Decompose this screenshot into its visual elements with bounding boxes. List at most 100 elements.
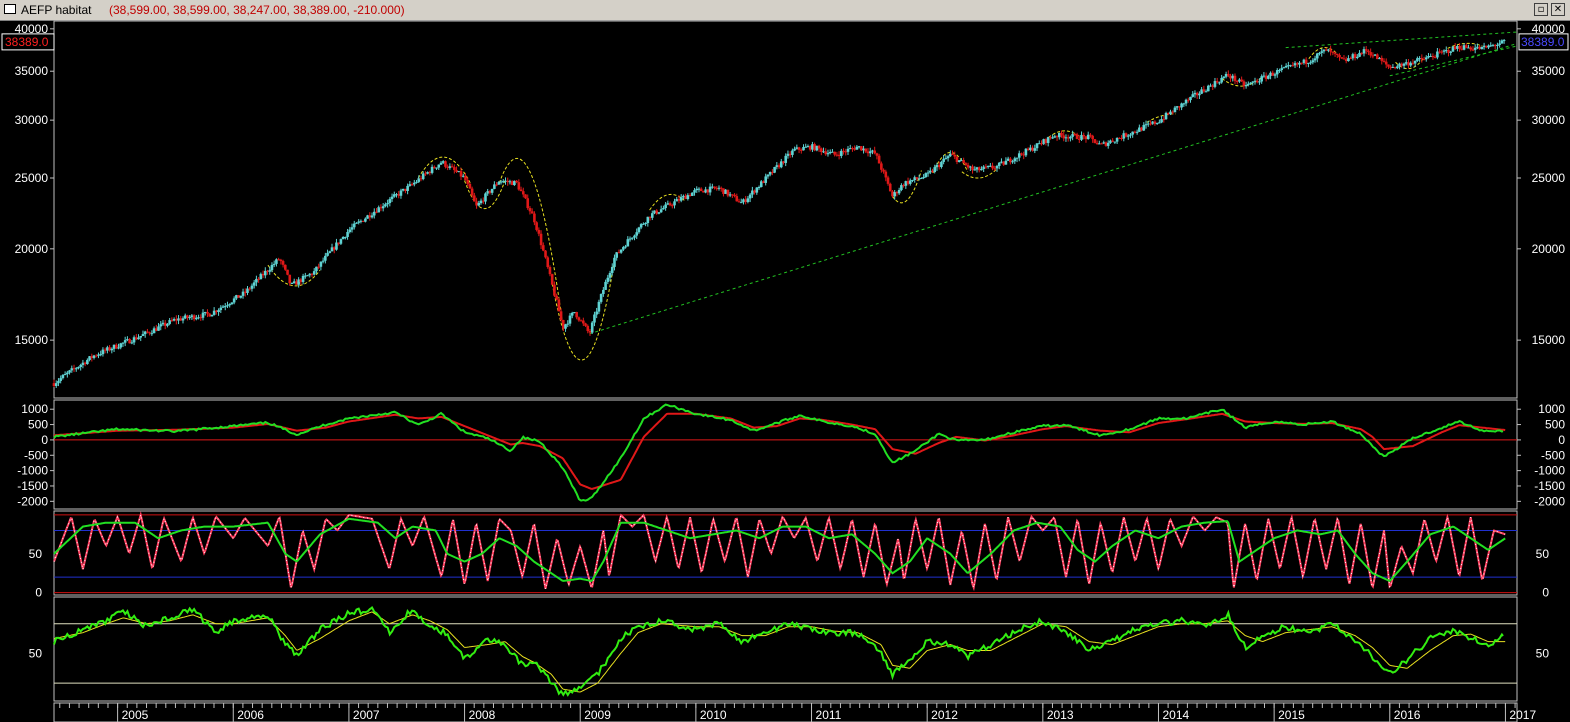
- candle-body: [1113, 141, 1117, 143]
- candle: [257, 277, 260, 283]
- candle-body: [762, 181, 765, 183]
- candle-body: [866, 151, 870, 154]
- time-axis: 2005 2006 2007 2008 2009 2010 2011 2012 2013 2014…: [59, 703, 1536, 722]
- time-tick-label: 2011: [816, 708, 842, 722]
- candle-body: [880, 163, 883, 170]
- candle-body: [715, 188, 719, 190]
- candle-body: [835, 154, 839, 156]
- candle-body: [973, 169, 977, 171]
- candle: [715, 186, 719, 191]
- candle: [1086, 131, 1090, 140]
- candle: [1489, 42, 1493, 48]
- candle: [232, 296, 236, 305]
- candle: [811, 141, 814, 153]
- candle-body: [1378, 57, 1381, 60]
- candle: [473, 192, 476, 202]
- candle-body: [1035, 143, 1039, 149]
- candle-body: [72, 368, 76, 370]
- candle-body: [1485, 45, 1488, 48]
- candle-body: [1227, 73, 1230, 76]
- candle: [897, 187, 901, 195]
- candle-body: [648, 216, 652, 218]
- time-tick-label: 2012: [931, 708, 958, 722]
- candle-body: [399, 190, 403, 196]
- candle: [1238, 78, 1241, 83]
- candle: [619, 249, 623, 254]
- candle-body: [724, 189, 727, 194]
- candle: [860, 146, 863, 152]
- candle: [748, 192, 752, 203]
- candle-body: [1209, 85, 1212, 87]
- candle-body: [530, 211, 534, 214]
- time-tick-label: 2005: [122, 708, 149, 722]
- candle-body: [241, 291, 245, 296]
- candle: [250, 283, 254, 292]
- candle: [673, 198, 676, 209]
- candle-body: [642, 223, 645, 225]
- candle-body: [103, 349, 107, 351]
- candle-body: [272, 263, 276, 265]
- candle-body: [691, 192, 694, 196]
- candle: [1024, 148, 1028, 158]
- candle-body: [1142, 125, 1146, 131]
- candle: [617, 249, 621, 254]
- candle-body: [239, 295, 243, 298]
- candle: [1091, 134, 1094, 143]
- candle: [57, 378, 60, 387]
- candle: [1371, 52, 1375, 59]
- candle-body: [237, 295, 240, 298]
- candle-body: [493, 184, 496, 189]
- candle: [239, 295, 243, 299]
- candle-body: [575, 312, 578, 318]
- candle: [1106, 140, 1110, 149]
- stoch-d-line: [53, 517, 1506, 583]
- restore-button[interactable]: ▫: [1534, 3, 1548, 16]
- candle-body: [1324, 49, 1328, 51]
- candle: [466, 177, 469, 187]
- candle-body: [1489, 45, 1493, 47]
- candle-body: [1146, 123, 1150, 125]
- candle-body: [566, 323, 570, 325]
- candle-body: [1500, 40, 1504, 44]
- candle-body: [446, 166, 449, 168]
- candle-body: [771, 172, 774, 174]
- candle-body: [1327, 49, 1330, 51]
- candle-body: [413, 182, 416, 185]
- candle: [1120, 135, 1123, 141]
- candle-body: [470, 188, 474, 196]
- candle-body: [1033, 148, 1037, 151]
- candle-body: [1369, 52, 1372, 56]
- close-button[interactable]: ✕: [1551, 3, 1565, 16]
- candle: [61, 374, 65, 380]
- candle-body: [906, 181, 910, 184]
- candle-body: [83, 362, 87, 365]
- candle-body: [1195, 92, 1199, 96]
- candle-body: [268, 270, 272, 272]
- candle: [535, 221, 538, 232]
- candle-body: [1380, 57, 1384, 61]
- candle: [1291, 61, 1295, 67]
- candle-body: [179, 318, 183, 321]
- candle-body: [1191, 94, 1195, 97]
- candle-body: [1149, 123, 1152, 125]
- candle-body: [223, 306, 227, 308]
- candle: [682, 194, 685, 200]
- candle-body: [139, 335, 143, 338]
- candle-body: [457, 171, 461, 173]
- candle-body: [515, 180, 518, 183]
- candle: [97, 352, 100, 359]
- candle-body: [650, 213, 654, 218]
- candle: [77, 366, 80, 370]
- candle-body: [1193, 92, 1197, 95]
- candle-body: [751, 190, 754, 195]
- candle: [457, 170, 461, 173]
- candle: [508, 179, 512, 185]
- candle: [1318, 51, 1321, 56]
- candle-body: [212, 310, 216, 315]
- candle: [1267, 74, 1270, 80]
- candle-body: [337, 242, 340, 244]
- candle: [326, 249, 329, 257]
- candle-body: [944, 158, 948, 160]
- candle: [884, 169, 888, 182]
- candle-body: [766, 174, 770, 177]
